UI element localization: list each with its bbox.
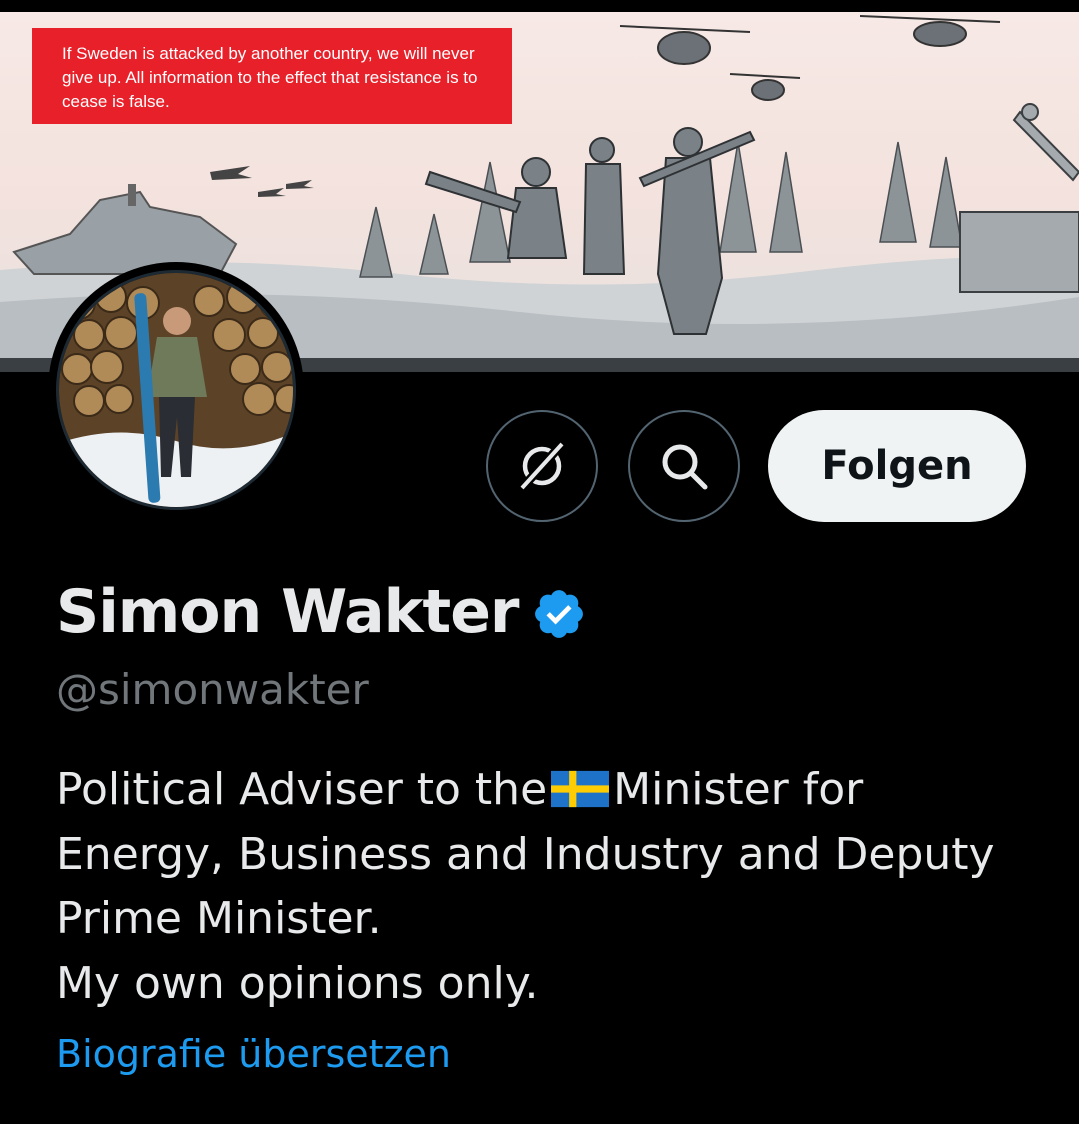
search-icon (662, 444, 708, 490)
verified-badge-icon[interactable] (531, 586, 587, 642)
profile-page: If Sweden is attacked by another country… (0, 0, 1079, 1124)
display-name: Simon Wakter (56, 577, 520, 647)
profile-name-row: Simon Wakter (56, 574, 587, 650)
search-button[interactable] (628, 410, 740, 522)
follow-button[interactable]: Folgen (768, 410, 1026, 522)
sweden-flag-icon (551, 770, 610, 808)
grok-button[interactable] (486, 410, 598, 522)
bio-text-1b: Minister for (613, 764, 864, 815)
bio-text-1a: Political Adviser to the (56, 764, 548, 815)
avatar-image (59, 273, 293, 507)
translate-bio-link[interactable]: Biografie übersetzen (56, 1030, 451, 1078)
profile-avatar[interactable] (48, 262, 304, 518)
avatar-photo (56, 270, 296, 510)
banner-notice: If Sweden is attacked by another country… (32, 28, 512, 124)
profile-bio: Political Adviser to the Minister for Ene… (56, 758, 1046, 1016)
grok-icon (518, 440, 566, 492)
bio-line-4: My own opinions only. (56, 957, 539, 1009)
bio-line-1: Political Adviser to the Minister for (56, 758, 1046, 823)
bio-line-3: Prime Minister. (56, 893, 382, 944)
profile-handle: @simonwakter (56, 665, 369, 714)
bio-line-2: Energy, Business and Industry and Deputy (56, 828, 995, 880)
